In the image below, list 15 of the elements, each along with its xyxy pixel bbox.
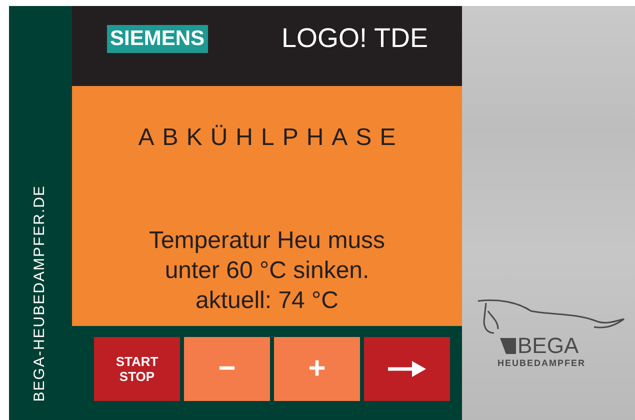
control-button[interactable]: − <box>184 337 270 401</box>
arrow-right-icon <box>388 361 426 377</box>
control-button[interactable]: + <box>274 337 360 401</box>
phase-title: ABKÜHLPHASE <box>137 123 404 153</box>
website-label: BEGA-HEUBEDAMPFER.DE <box>30 185 50 402</box>
status-message: aktuell: 74 °C <box>195 286 338 316</box>
logo-subtitle: HEUBEDAMPFER <box>498 356 586 370</box>
device-title: LOGO! TDE <box>281 23 428 53</box>
control-button[interactable]: START STOP <box>94 337 180 401</box>
next-button[interactable] <box>364 337 450 401</box>
status-message: unter 60 °C sinken. <box>164 256 370 286</box>
status-message: Temperatur Heu muss <box>148 226 386 256</box>
logo-name: BEGA <box>518 334 579 356</box>
brand-logo: SIEMENS <box>107 25 208 53</box>
logo-mark-icon <box>500 338 516 354</box>
